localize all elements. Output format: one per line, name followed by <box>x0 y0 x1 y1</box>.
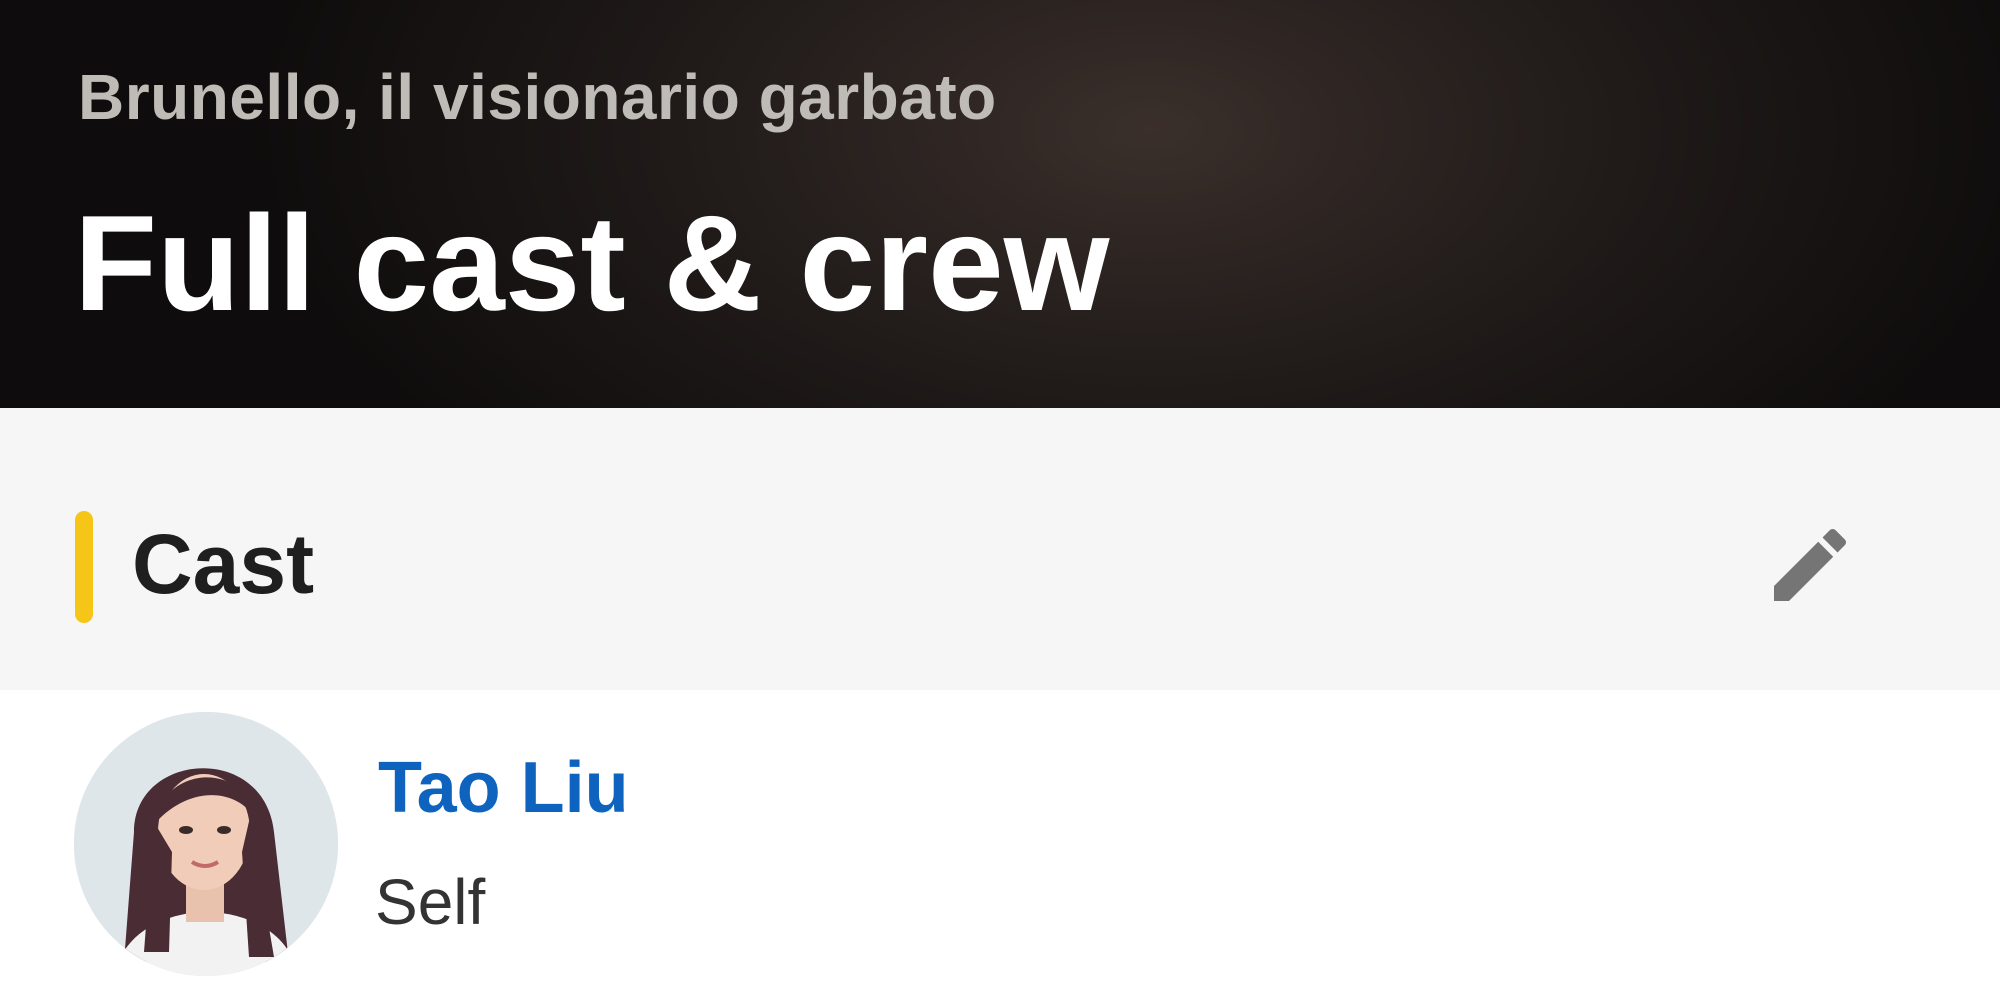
pencil-icon <box>1774 528 1847 601</box>
section-title: Cast <box>132 517 315 611</box>
page-title: Full cast & crew <box>74 187 1110 339</box>
avatar[interactable] <box>74 712 338 976</box>
cast-member-name[interactable]: Tao Liu <box>378 752 629 824</box>
title-subtitle[interactable]: Brunello, il visionario garbato <box>78 60 997 134</box>
section-accent-bar <box>75 511 93 623</box>
portrait-image <box>74 712 338 976</box>
cast-member-role: Self <box>375 866 486 938</box>
edit-button[interactable] <box>1760 515 1860 615</box>
full-cast-crew-page: Brunello, il visionario garbato Full cas… <box>0 0 2000 983</box>
page-header: Brunello, il visionario garbato Full cas… <box>0 0 2000 408</box>
